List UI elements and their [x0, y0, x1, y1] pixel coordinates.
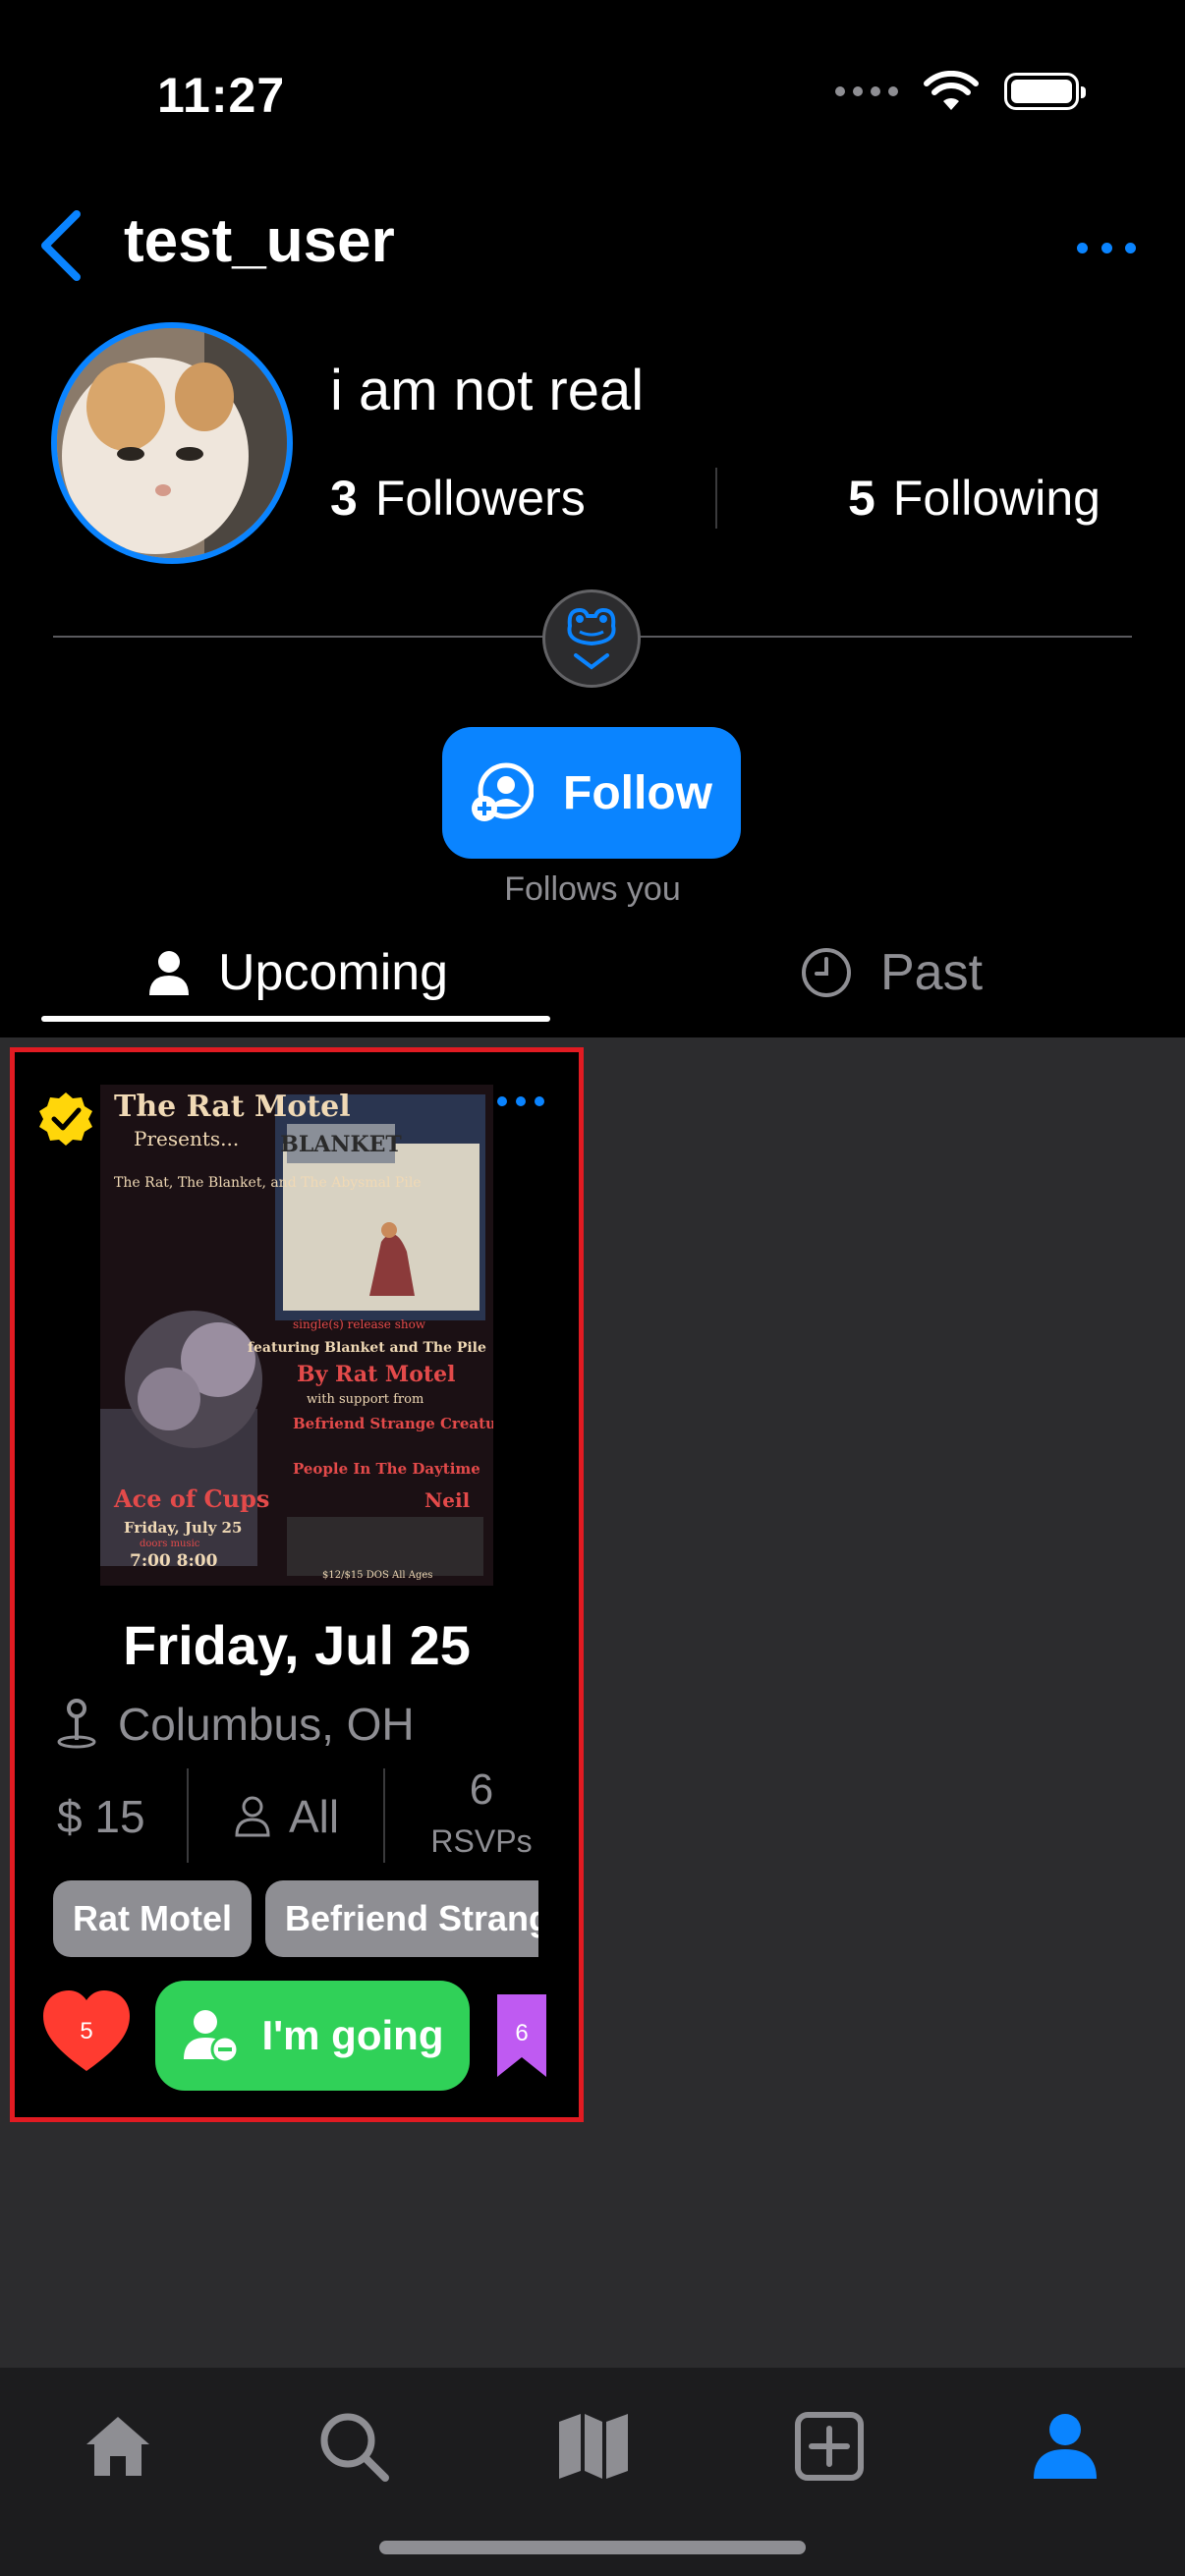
display-name: i am not real [330, 359, 645, 422]
poster-by: By Rat Motel [297, 1362, 455, 1387]
stats-divider [715, 468, 717, 529]
location-pin-icon [57, 1699, 96, 1749]
tab-map[interactable] [552, 2405, 635, 2488]
poster-date: Friday, July 25 [124, 1519, 242, 1537]
cat-photo [57, 328, 287, 558]
tag-chip[interactable]: Rat Motel [53, 1880, 252, 1957]
more-options-button[interactable] [1077, 228, 1136, 267]
add-person-icon [472, 762, 535, 821]
stat-divider [383, 1768, 385, 1863]
event-location-text: Columbus, OH [118, 1699, 415, 1750]
poster-band-sign: BLANKET [280, 1132, 402, 1157]
add-icon [795, 2412, 864, 2481]
event-location[interactable]: Columbus, OH [55, 1698, 415, 1751]
like-count: 5 [80, 2018, 93, 2044]
bookmark-count: 6 [515, 2020, 529, 2046]
expand-profile-button[interactable] [542, 589, 641, 688]
frog-chevron-icon [567, 607, 616, 670]
follows-you-text: Follows you [504, 870, 681, 908]
person-outline-icon [235, 1796, 270, 1837]
stat-divider [187, 1768, 189, 1863]
search-icon [320, 2413, 389, 2482]
tab-upcoming[interactable]: Upcoming [147, 943, 448, 1002]
wifi-icon [924, 71, 979, 110]
person-icon [149, 951, 189, 995]
poster-act1: Befriend Strange Creatures [293, 1415, 493, 1432]
map-icon [559, 2414, 628, 2479]
back-button[interactable] [35, 208, 94, 283]
rsvp-count: 6 [469, 1765, 494, 1814]
verified-badge-icon [39, 1092, 92, 1146]
poster-support: with support from [307, 1392, 423, 1407]
poster-footer: $12/$15 DOS All Ages [322, 1570, 432, 1581]
going-button[interactable]: I'm going [155, 1981, 470, 2091]
poster-presents: Presents... [134, 1127, 239, 1150]
person-remove-icon [183, 2010, 240, 2063]
going-label: I'm going [261, 2012, 444, 2058]
chevron-left-icon [41, 210, 81, 281]
following-stat[interactable]: 5 Following [848, 470, 1100, 527]
event-tags: Rat Motel Befriend Strange Creatures [53, 1880, 538, 1957]
followers-count: 3 [330, 471, 358, 526]
avatar[interactable] [51, 322, 293, 564]
poster-header: The Rat Motel [114, 1090, 351, 1124]
follow-button[interactable]: Follow [442, 727, 741, 859]
battery-icon [1004, 73, 1086, 110]
poster-featuring: featuring Blanket and The Pile [248, 1340, 486, 1356]
tag-chip[interactable]: Befriend Strange Creatures [265, 1880, 538, 1957]
event-more-button[interactable] [497, 1096, 544, 1110]
poster-release: single(s) release show [293, 1317, 426, 1331]
poster-times: 7:00 8:00 [130, 1551, 218, 1571]
tab-create[interactable] [788, 2405, 871, 2488]
poster-act2: People In The Daytime [293, 1460, 480, 1478]
tab-profile[interactable] [1024, 2405, 1106, 2488]
event-age-text: All [289, 1791, 340, 1842]
following-label: Following [892, 471, 1100, 526]
home-icon [86, 2417, 149, 2476]
profile-icon [1034, 2414, 1097, 2479]
poster-subtitle: The Rat, The Blanket, and The Abysmal Pi… [114, 1175, 422, 1191]
followers-stat[interactable]: 3 Followers [330, 470, 586, 527]
followers-label: Followers [374, 471, 586, 526]
follow-label: Follow [563, 766, 712, 819]
poster-times-header: doors music [140, 1539, 200, 1549]
tab-home[interactable] [77, 2405, 159, 2488]
tab-indicator [41, 1016, 550, 1022]
tab-search[interactable] [312, 2405, 395, 2488]
poster-venue: Ace of Cups [113, 1484, 269, 1513]
event-poster[interactable]: BLANKET The Rat Motel Presents... The Ra… [100, 1085, 493, 1586]
status-icons [835, 71, 1086, 112]
status-time: 11:27 [157, 68, 286, 123]
tab-past-label: Past [880, 944, 984, 1001]
following-count: 5 [847, 471, 875, 526]
home-indicator [379, 2541, 806, 2554]
tab-upcoming-label: Upcoming [218, 944, 449, 1001]
event-age: All [234, 1790, 339, 1843]
signal-icon [835, 86, 898, 96]
poster-art: BLANKET The Rat Motel Presents... The Ra… [100, 1085, 493, 1586]
poster-act3: Neil [424, 1488, 471, 1512]
rsvp-label: RSVPs [430, 1823, 533, 1859]
event-date: Friday, Jul 25 [123, 1614, 471, 1676]
page-title: test_user [124, 207, 395, 275]
clock-icon [802, 948, 851, 997]
tab-past[interactable]: Past [800, 943, 983, 1002]
event-price: $ 15 [57, 1791, 145, 1842]
